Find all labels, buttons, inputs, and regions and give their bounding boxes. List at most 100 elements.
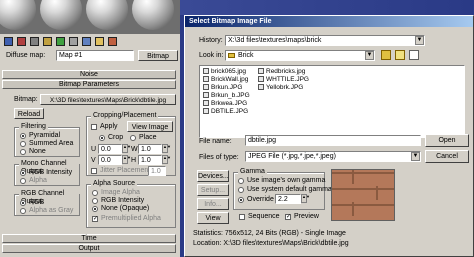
map-type-button[interactable]: Bitmap (138, 50, 178, 61)
file-name: brick065.jpg (211, 68, 247, 75)
jitter-field[interactable]: 1.0 (148, 166, 166, 176)
apply-checkbox[interactable] (91, 124, 97, 130)
filter-none-radio[interactable] (20, 149, 26, 155)
copy-material-icon[interactable] (56, 37, 65, 46)
up-folder-icon[interactable] (381, 50, 391, 60)
rgb-output-title: RGB Channel Output: (19, 190, 79, 206)
file-icon (258, 68, 264, 74)
lookin-dropdown-arrow[interactable]: ▼ (365, 51, 374, 60)
new-folder-icon[interactable] (395, 50, 405, 60)
filetype-dropdown-arrow[interactable]: ▼ (411, 152, 420, 161)
file-name: Yellobrk.JPG (266, 84, 304, 91)
reload-button[interactable]: Reload (14, 108, 44, 119)
sample-sphere[interactable] (40, 0, 82, 30)
file-name: Brkun.JPG (211, 84, 243, 91)
u-field[interactable]: 0.0 (98, 144, 122, 154)
reset-map-icon[interactable] (43, 37, 52, 46)
rgb-rgb-radio[interactable] (20, 200, 26, 206)
view-menu-icon[interactable] (409, 50, 419, 60)
cancel-button[interactable]: Cancel (425, 150, 469, 163)
mono-alpha-radio[interactable] (20, 178, 26, 184)
sample-sphere[interactable] (0, 0, 36, 30)
info-button[interactable]: Info... (197, 198, 229, 210)
v-spinner[interactable]: ▲▼ (122, 155, 131, 164)
premult-label: Premultiplied Alpha (101, 215, 161, 222)
h-spinner[interactable]: ▲▼ (162, 155, 171, 164)
gamma-own-radio[interactable] (238, 178, 244, 184)
u-spinner[interactable]: ▲▼ (122, 144, 131, 153)
rollout-noise[interactable]: Noise (2, 70, 176, 79)
file-icon (203, 108, 209, 114)
place-radio[interactable] (130, 135, 136, 141)
file-list: brick065.jpg BrickWall.jpg Brkun.JPG Brk… (199, 65, 465, 138)
rgb-alpha-gray-radio[interactable] (20, 208, 26, 214)
crop-radio[interactable] (99, 135, 105, 141)
file-icon (258, 76, 264, 82)
h-field[interactable]: 1.0 (138, 155, 162, 165)
bitmap-path-button[interactable]: X:\3D files\textures\Maps\Brick\dbtile.j… (40, 94, 176, 105)
gamma-system-radio[interactable] (238, 187, 244, 193)
view-image-button[interactable]: View Image (127, 121, 173, 132)
mono-rgb-intensity-radio[interactable] (20, 170, 26, 176)
file-name: Redbricks.jpg (266, 68, 306, 75)
h-label: H (131, 157, 137, 164)
gamma-override-radio[interactable] (238, 197, 244, 203)
file-item[interactable]: WHTTILE.JPG (258, 76, 309, 84)
alpha-none-radio[interactable] (92, 206, 98, 212)
unique-icon[interactable] (69, 37, 78, 46)
rollout-output[interactable]: Output (2, 244, 176, 253)
go-forward-icon[interactable] (108, 37, 117, 46)
jitter-checkbox[interactable] (91, 168, 97, 174)
setup-button[interactable]: Setup... (197, 184, 229, 196)
gamma-system-label: Use system default gamma (247, 186, 332, 193)
filter-summed-area-radio[interactable] (20, 141, 26, 147)
diffuse-map-label: Diffuse map: (6, 52, 46, 59)
w-spinner[interactable]: ▲▼ (162, 144, 171, 153)
go-to-parent-icon[interactable] (95, 37, 104, 46)
u-label: U (91, 146, 97, 153)
v-field[interactable]: 0.0 (98, 155, 122, 165)
select-bitmap-dialog: Select Bitmap Image File History: X:\3d … (184, 15, 474, 257)
filename-field[interactable]: dbtile.jpg (245, 135, 421, 146)
sequence-label: Sequence (248, 213, 280, 220)
alpha-rgb-radio[interactable] (92, 198, 98, 204)
filter-pyramidal-radio[interactable] (20, 133, 26, 139)
file-item[interactable]: Redbricks.jpg (258, 68, 305, 76)
preview-image (331, 169, 395, 221)
bitmap-label: Bitmap: (14, 96, 38, 103)
mono-rgb-intensity-label: RGB Intensity (29, 169, 73, 176)
file-item[interactable]: Brkun.JPG (203, 84, 242, 92)
premult-checkbox[interactable]: ✓ (92, 216, 98, 222)
place-label: Place (139, 134, 157, 141)
file-item[interactable]: BrickWall.jpg (203, 76, 248, 84)
view-button[interactable]: View (197, 212, 229, 224)
file-item[interactable]: Brkwea.JPG (203, 100, 247, 108)
filetype-dropdown[interactable]: JPEG File (*.jpg,*.jpe,*.jpeg) (245, 151, 421, 162)
history-dropdown[interactable]: X:\3d files\textures\maps\brick (225, 35, 425, 46)
get-material-icon[interactable] (4, 37, 13, 46)
history-dropdown-arrow[interactable]: ▼ (415, 36, 424, 45)
devices-button[interactable]: Devices... (197, 170, 229, 182)
sequence-checkbox[interactable] (239, 214, 245, 220)
gamma-override-field[interactable]: 2.2 (275, 194, 301, 204)
cropping-title: Cropping/Placement (91, 112, 159, 120)
file-item[interactable]: Brkun_b.JPG (203, 92, 250, 100)
alpha-image-radio[interactable] (92, 190, 98, 196)
file-icon (258, 84, 264, 90)
file-item-selected[interactable]: DBTILE.JPG (203, 108, 248, 116)
show-map-icon[interactable] (82, 37, 91, 46)
preview-checkbox[interactable]: ✓ (285, 214, 291, 220)
map-name-field[interactable]: Map #1 (56, 50, 134, 61)
assign-material-icon[interactable] (30, 37, 39, 46)
sample-sphere[interactable] (132, 0, 174, 30)
file-item[interactable]: Yellobrk.JPG (258, 84, 303, 92)
put-to-scene-icon[interactable] (17, 37, 26, 46)
w-field[interactable]: 1.0 (138, 144, 162, 154)
lookin-dropdown[interactable]: Brick (225, 50, 375, 61)
file-item[interactable]: brick065.jpg (203, 68, 246, 76)
rollout-time[interactable]: Time (2, 234, 176, 243)
gamma-spinner[interactable]: ▲▼ (301, 194, 310, 203)
sample-sphere[interactable] (86, 0, 128, 30)
rollout-bitmap-parameters[interactable]: Bitmap Parameters (2, 80, 176, 89)
open-button[interactable]: Open (425, 134, 469, 147)
